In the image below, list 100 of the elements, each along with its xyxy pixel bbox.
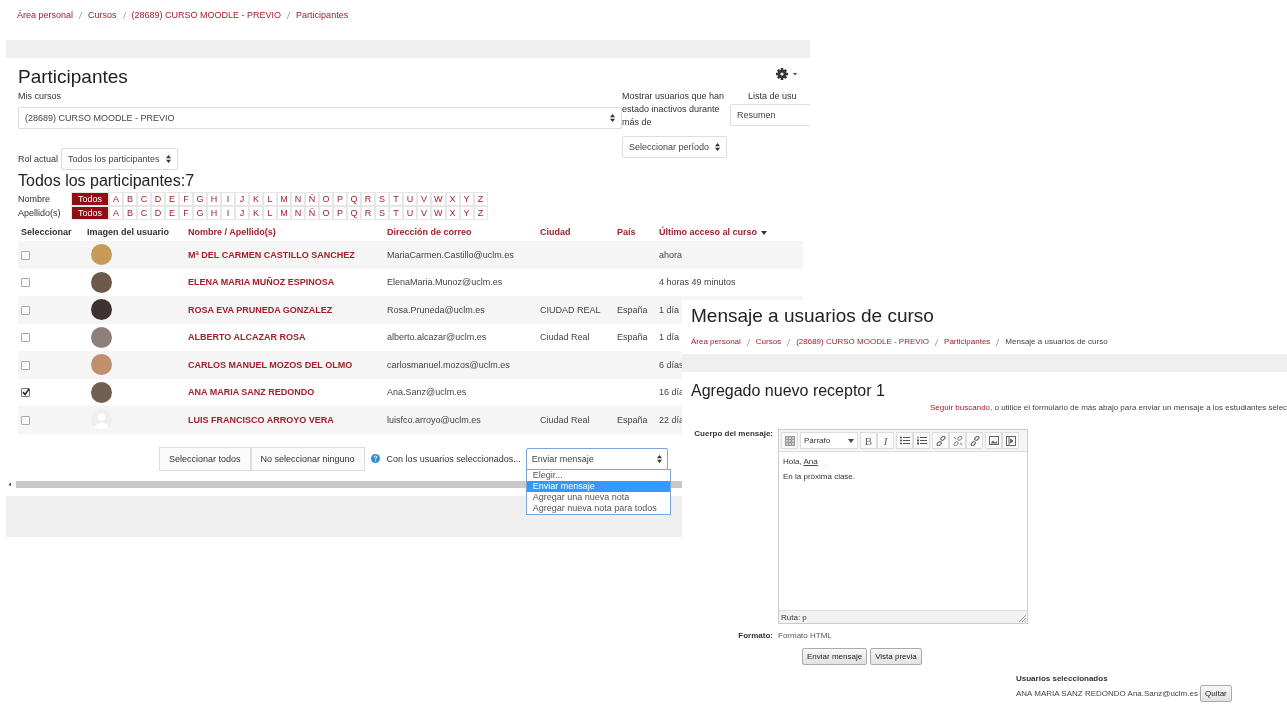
course-select[interactable]: (28689) CURSO MOODLE - PREVIO	[18, 107, 622, 129]
bulleted-list-icon[interactable]	[896, 432, 913, 449]
column-header[interactable]: Nombre / Apellido(s)	[185, 223, 384, 241]
initial-filter[interactable]: Q	[347, 192, 362, 206]
form-button[interactable]: Vista previa	[870, 648, 922, 665]
link-icon[interactable]	[932, 432, 949, 449]
form-button[interactable]: Enviar mensaje	[802, 648, 868, 665]
breadcrumb-link[interactable]: Área personal	[17, 10, 74, 40]
initial-filter[interactable]: Ñ	[305, 192, 320, 206]
initial-filter[interactable]: G	[193, 192, 208, 206]
initial-filter[interactable]: C	[137, 206, 152, 220]
breadcrumb-link[interactable]: Participantes	[944, 337, 991, 354]
initial-filter[interactable]: K	[249, 206, 264, 220]
initial-filter[interactable]: O	[319, 206, 334, 220]
initial-filter[interactable]: L	[263, 206, 278, 220]
initial-filter[interactable]: Y	[459, 206, 474, 220]
user-name-link[interactable]: ANA MARIA SANZ REDONDO	[185, 378, 384, 406]
initial-filter[interactable]: H	[207, 206, 222, 220]
initial-filter[interactable]: N	[291, 192, 306, 206]
numbered-list-icon[interactable]	[913, 432, 930, 449]
initial-filter[interactable]: V	[417, 192, 432, 206]
initial-filter[interactable]: O	[319, 192, 334, 206]
breadcrumb-link[interactable]: Participantes	[296, 10, 349, 40]
initial-filter[interactable]: N	[291, 206, 306, 220]
breadcrumb-link[interactable]: Área personal	[691, 337, 741, 354]
initial-filter[interactable]: S	[375, 192, 390, 206]
row-checkbox[interactable]	[21, 250, 30, 260]
role-select[interactable]: Todos los participantes	[61, 148, 178, 170]
initial-filter[interactable]: I	[221, 206, 236, 220]
column-header[interactable]: Último acceso al curso	[656, 223, 803, 241]
initial-filter[interactable]: Y	[459, 192, 474, 206]
unlink-icon[interactable]	[949, 432, 966, 449]
breadcrumb-link[interactable]: Cursos	[88, 10, 117, 40]
initial-filter[interactable]: G	[193, 206, 208, 220]
remove-button[interactable]: Quitar	[1199, 685, 1232, 702]
initial-filter[interactable]: T	[389, 206, 404, 220]
initial-filter[interactable]: W	[431, 192, 446, 206]
media-icon[interactable]	[1002, 432, 1019, 449]
initial-filter[interactable]: U	[403, 206, 418, 220]
initial-filter[interactable]: M	[277, 192, 292, 206]
user-name-link[interactable]: LUIS FRANCISCO ARROYO VERA	[185, 406, 384, 434]
initial-filter[interactable]: Z	[473, 192, 488, 206]
initial-filter[interactable]: B	[123, 192, 138, 206]
initial-filter[interactable]: X	[445, 206, 460, 220]
initial-filter[interactable]: D	[151, 206, 166, 220]
initial-filter[interactable]: L	[263, 192, 278, 206]
initial-filter[interactable]: R	[361, 192, 376, 206]
initial-filter[interactable]: E	[165, 192, 180, 206]
row-checkbox[interactable]	[21, 305, 30, 315]
user-name-link[interactable]: CARLOS MANUEL MOZOS DEL OLMO	[185, 351, 384, 379]
resize-grip-icon[interactable]	[1019, 615, 1026, 622]
column-header[interactable]: Dirección de correo	[384, 223, 537, 241]
dropdown-option[interactable]: Agregar nueva nota para todos	[526, 502, 670, 514]
initial-filter[interactable]: P	[333, 206, 348, 220]
initial-filter[interactable]: E	[165, 206, 180, 220]
selection-button[interactable]: Seleccionar todos	[159, 446, 251, 471]
text-editor[interactable]: Párrafo B I Hola, Ana En la próxima clase. Ruta: p	[778, 429, 1028, 624]
period-select[interactable]: Seleccionar período	[622, 136, 728, 158]
user-name-link[interactable]: Mª DEL CARMEN CASTILLO SANCHEZ	[185, 241, 384, 269]
initial-filter[interactable]: Ñ	[305, 206, 320, 220]
dropdown-option[interactable]: Elegir...	[526, 469, 670, 481]
user-name-link[interactable]: ELENA MARIA MUÑOZ ESPINOSA	[185, 268, 384, 296]
view-select[interactable]: Resumen	[730, 104, 810, 126]
initial-filter[interactable]: F	[179, 192, 194, 206]
bold-button[interactable]: B	[860, 432, 877, 449]
column-header[interactable]: Ciudad	[537, 223, 614, 241]
initial-filter[interactable]: T	[389, 192, 404, 206]
row-checkbox[interactable]	[21, 360, 30, 370]
initial-filter[interactable]: Todos	[71, 206, 110, 220]
initial-filter[interactable]: W	[431, 206, 446, 220]
row-checkbox[interactable]	[21, 333, 30, 343]
selection-button[interactable]: No seleccionar ninguno	[250, 446, 365, 471]
initial-filter[interactable]: X	[445, 192, 460, 206]
italic-button[interactable]: I	[877, 432, 894, 449]
column-header[interactable]: País	[614, 223, 656, 241]
user-name-link[interactable]: ROSA EVA PRUNEDA GONZALEZ	[185, 296, 384, 324]
row-checkbox[interactable]	[21, 278, 30, 288]
initial-filter[interactable]: I	[221, 192, 236, 206]
breadcrumb-link[interactable]: (28689) CURSO MOODLE - PREVIO	[131, 10, 282, 40]
initial-filter[interactable]: R	[361, 206, 376, 220]
row-checkbox[interactable]	[21, 415, 30, 425]
breadcrumb-link[interactable]: Cursos	[755, 337, 782, 354]
initial-filter[interactable]: C	[137, 192, 152, 206]
initial-filter[interactable]: U	[403, 192, 418, 206]
initial-filter[interactable]: A	[109, 192, 124, 206]
breadcrumb-link[interactable]: (28689) CURSO MOODLE - PREVIO	[796, 337, 930, 354]
paragraph-format-select[interactable]: Párrafo	[800, 432, 858, 449]
initial-filter[interactable]: Z	[473, 206, 488, 220]
action-select[interactable]: Enviar mensaje	[525, 447, 668, 470]
initial-filter[interactable]: P	[333, 192, 348, 206]
initial-filter[interactable]: M	[277, 206, 292, 220]
initial-filter[interactable]: D	[151, 192, 166, 206]
image-icon[interactable]	[985, 432, 1002, 449]
help-icon[interactable]	[370, 454, 380, 463]
link-icon[interactable]	[966, 432, 983, 449]
initial-filter[interactable]: K	[249, 192, 264, 206]
initial-filter[interactable]: S	[375, 206, 390, 220]
initial-filter[interactable]: A	[109, 206, 124, 220]
initial-filter[interactable]: F	[179, 206, 194, 220]
toolbar-toggle-icon[interactable]	[781, 432, 798, 449]
